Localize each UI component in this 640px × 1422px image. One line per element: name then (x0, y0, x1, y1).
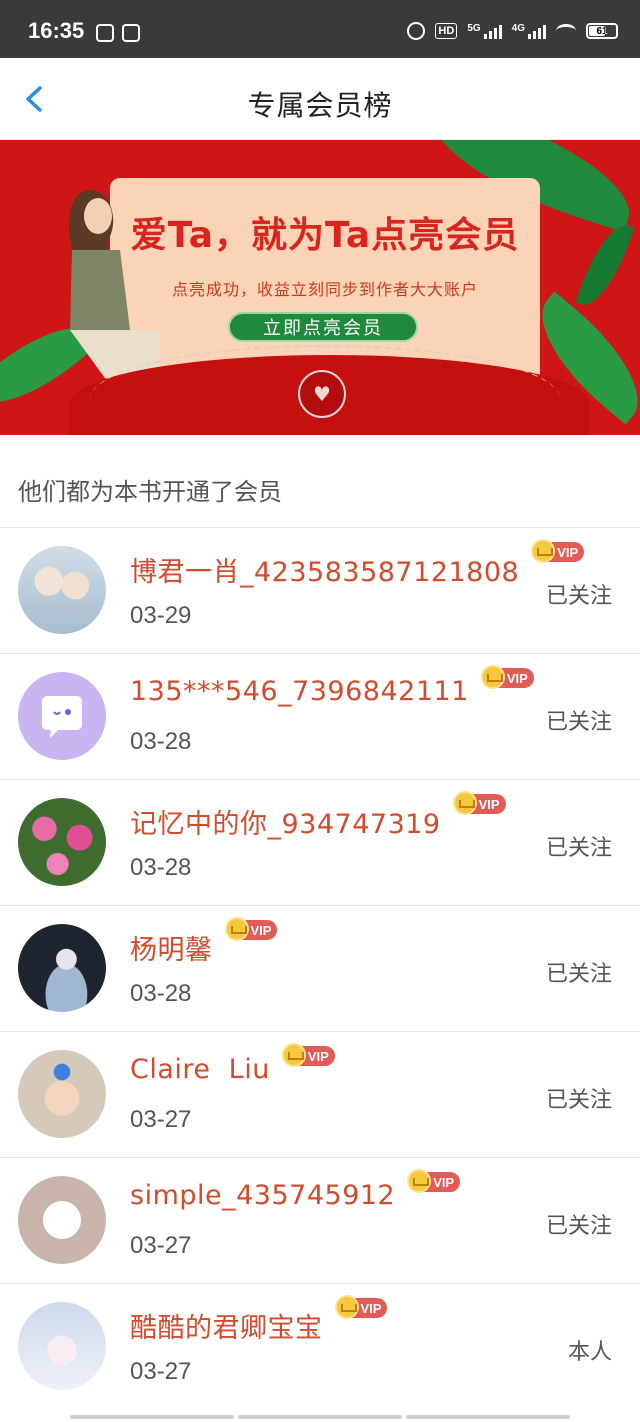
vip-label: VIP (557, 544, 579, 560)
follow-status[interactable]: 已关注 (546, 578, 612, 610)
member-row[interactable]: simple_435745912 VIP 03-27 已关注 (0, 1158, 640, 1284)
page-title: 专属会员榜 (247, 89, 393, 122)
crown-icon (224, 917, 249, 941)
hd-icon: HD (435, 23, 458, 39)
vip-badge: VIP (531, 539, 585, 563)
vip-label: VIP (250, 922, 272, 938)
status-bar: 16:35 HD 5G 4G 61 (0, 0, 640, 58)
avatar[interactable] (18, 1050, 106, 1138)
member-name-row: Claire Liu VIP (130, 1043, 335, 1085)
member-name[interactable]: simple_435745912 (130, 1180, 395, 1211)
vip-badge: VIP (407, 1169, 461, 1193)
chat-bubble-icon (42, 696, 82, 738)
member-name-row: 博君一肖_423583587121808 VIP (130, 539, 585, 589)
battery-level: 61 (596, 25, 608, 37)
member-date: 03-28 (130, 854, 192, 881)
app-header: 专属会员榜 (0, 58, 640, 140)
alarm-icon (407, 22, 426, 40)
avatar[interactable] (18, 1176, 106, 1264)
avatar[interactable] (18, 672, 106, 760)
vip-badge: VIP (452, 791, 506, 815)
avatar[interactable] (18, 798, 106, 886)
heart-icon: ♥ (313, 382, 331, 406)
crown-icon (452, 791, 477, 815)
avatar[interactable] (18, 546, 106, 634)
vip-label: VIP (478, 796, 500, 812)
vip-badge: VIP (480, 665, 534, 689)
vip-badge: VIP (334, 1295, 388, 1319)
banner-title: 爱Ta，就为Ta点亮会员 (130, 215, 520, 256)
crown-icon (407, 1169, 432, 1193)
heart-seal-icon: ♥ (298, 370, 346, 418)
wifi-icon (556, 24, 576, 38)
member-date: 03-27 (130, 1358, 192, 1385)
member-row[interactable]: 酷酷的君卿宝宝 VIP 03-27 本人 (0, 1284, 640, 1410)
vip-label: VIP (433, 1174, 455, 1190)
status-left-icons (96, 24, 140, 42)
paw-icon (122, 24, 140, 42)
vip-label: VIP (506, 670, 528, 686)
crown-icon (531, 539, 556, 563)
member-name[interactable]: 135***546_7396842111 (130, 676, 469, 707)
battery-icon: 61 (586, 23, 618, 39)
member-name[interactable]: 记忆中的你_934747319 (130, 802, 441, 841)
avatar[interactable] (18, 1302, 106, 1390)
follow-status[interactable]: 已关注 (546, 830, 612, 862)
follow-status[interactable]: 已关注 (546, 1208, 612, 1240)
member-row[interactable]: Claire Liu VIP 03-27 已关注 (0, 1032, 640, 1158)
member-date: 03-27 (130, 1232, 192, 1259)
promo-banner[interactable]: 爱Ta，就为Ta点亮会员 点亮成功，收益立刻同步到作者大大账户 立即点亮会员 ♥ (0, 140, 640, 435)
follow-status[interactable]: 已关注 (546, 704, 612, 736)
member-name-row: 记忆中的你_934747319 VIP (130, 791, 506, 841)
member-name[interactable]: 博君一肖_423583587121808 (130, 550, 519, 589)
member-name-row: 杨明馨 VIP (130, 917, 278, 967)
status-time: 16:35 (28, 18, 85, 43)
vip-label: VIP (360, 1300, 382, 1316)
network-4g-label: 4G (511, 23, 525, 34)
crown-icon (334, 1295, 359, 1319)
vip-badge: VIP (224, 917, 278, 941)
avatar[interactable] (18, 924, 106, 1012)
crown-icon (480, 665, 505, 689)
member-row[interactable]: 杨明馨 VIP 03-28 已关注 (0, 906, 640, 1032)
crown-icon (281, 1043, 306, 1067)
light-up-membership-button[interactable]: 立即点亮会员 (228, 312, 418, 342)
member-date: 03-29 (130, 602, 192, 629)
member-date: 03-28 (130, 728, 192, 755)
follow-status[interactable]: 已关注 (546, 1082, 612, 1114)
vip-label: VIP (307, 1048, 329, 1064)
vip-badge: VIP (281, 1043, 335, 1067)
network-5g-label: 5G (467, 23, 481, 34)
signal-4g-icon: 4G (512, 23, 546, 39)
status-right-icons: HD 5G 4G 61 (407, 22, 618, 40)
members-list: 博君一肖_423583587121808 VIP 03-29 已关注 135**… (0, 528, 640, 1410)
section-title: 他们都为本书开通了会员 (18, 478, 282, 506)
member-name-row: simple_435745912 VIP (130, 1169, 461, 1211)
follow-status[interactable]: 已关注 (546, 956, 612, 988)
banner-subtitle: 点亮成功，收益立刻同步到作者大大账户 (171, 280, 478, 299)
member-date: 03-28 (130, 980, 192, 1007)
leaf-decoration (575, 217, 635, 313)
member-name[interactable]: Claire Liu (130, 1054, 270, 1085)
scroll-indicator (70, 1415, 570, 1420)
notification-icon (96, 24, 114, 42)
member-name-row: 酷酷的君卿宝宝 VIP (130, 1295, 388, 1345)
signal-5g-icon: 5G (467, 23, 502, 39)
member-row[interactable]: 135***546_7396842111 VIP 03-28 已关注 (0, 654, 640, 780)
member-row[interactable]: 记忆中的你_934747319 VIP 03-28 已关注 (0, 780, 640, 906)
member-name[interactable]: 酷酷的君卿宝宝 (130, 1306, 323, 1345)
member-name-row: 135***546_7396842111 VIP (130, 665, 534, 707)
member-date: 03-27 (130, 1106, 192, 1133)
member-name[interactable]: 杨明馨 (130, 928, 213, 967)
member-row[interactable]: 博君一肖_423583587121808 VIP 03-29 已关注 (0, 528, 640, 654)
self-label: 本人 (567, 1340, 612, 1365)
